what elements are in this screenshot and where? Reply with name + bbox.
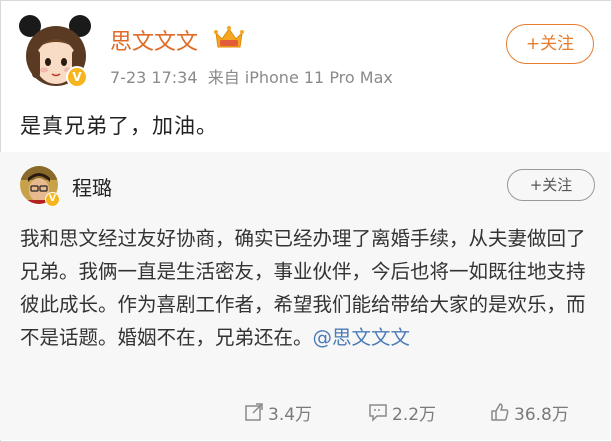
vip-crown-icon	[213, 25, 245, 51]
follow-button[interactable]: +关注	[506, 24, 594, 64]
repost-card[interactable]: V 程璐 +关注 我和思文经过友好协商，确实已经办理了离婚手续，从夫妻做回了兄弟…	[0, 152, 610, 440]
comment-icon	[369, 404, 387, 422]
repost-body: 我和思文经过友好协商，确实已经办理了离婚手续，从夫妻做回了兄弟。我俩一直是生活密…	[20, 227, 586, 349]
like-count: 36.8万	[514, 404, 569, 425]
verified-badge-icon: V	[66, 66, 88, 88]
repost-icon	[245, 403, 263, 421]
author-name[interactable]: 思文文文	[110, 24, 198, 56]
repost-action[interactable]: 3.4万	[244, 400, 313, 425]
mention-link[interactable]: @思文文文	[313, 326, 411, 349]
post-meta: 7-23 17:34 来自 iPhone 11 Pro Max	[110, 64, 393, 88]
comment-count: 2.2万	[392, 404, 437, 425]
post-text: 是真兄弟了，加油。	[20, 114, 218, 138]
repost-follow-button[interactable]: +关注	[507, 169, 595, 201]
comment-action[interactable]: 2.2万	[368, 400, 437, 425]
repost-verified-badge-icon: V	[45, 192, 60, 207]
like-action[interactable]: 36.8万	[490, 400, 569, 425]
post-source: 来自 iPhone 11 Pro Max	[207, 68, 393, 87]
post-time: 7-23 17:34	[110, 68, 198, 87]
repost-count: 3.4万	[268, 404, 313, 425]
like-icon	[491, 403, 509, 421]
repost-author-name[interactable]: 程璐	[72, 172, 112, 201]
repost-text: 我和思文经过友好协商，确实已经办理了离婚手续，从夫妻做回了兄弟。我俩一直是生活密…	[20, 222, 600, 354]
